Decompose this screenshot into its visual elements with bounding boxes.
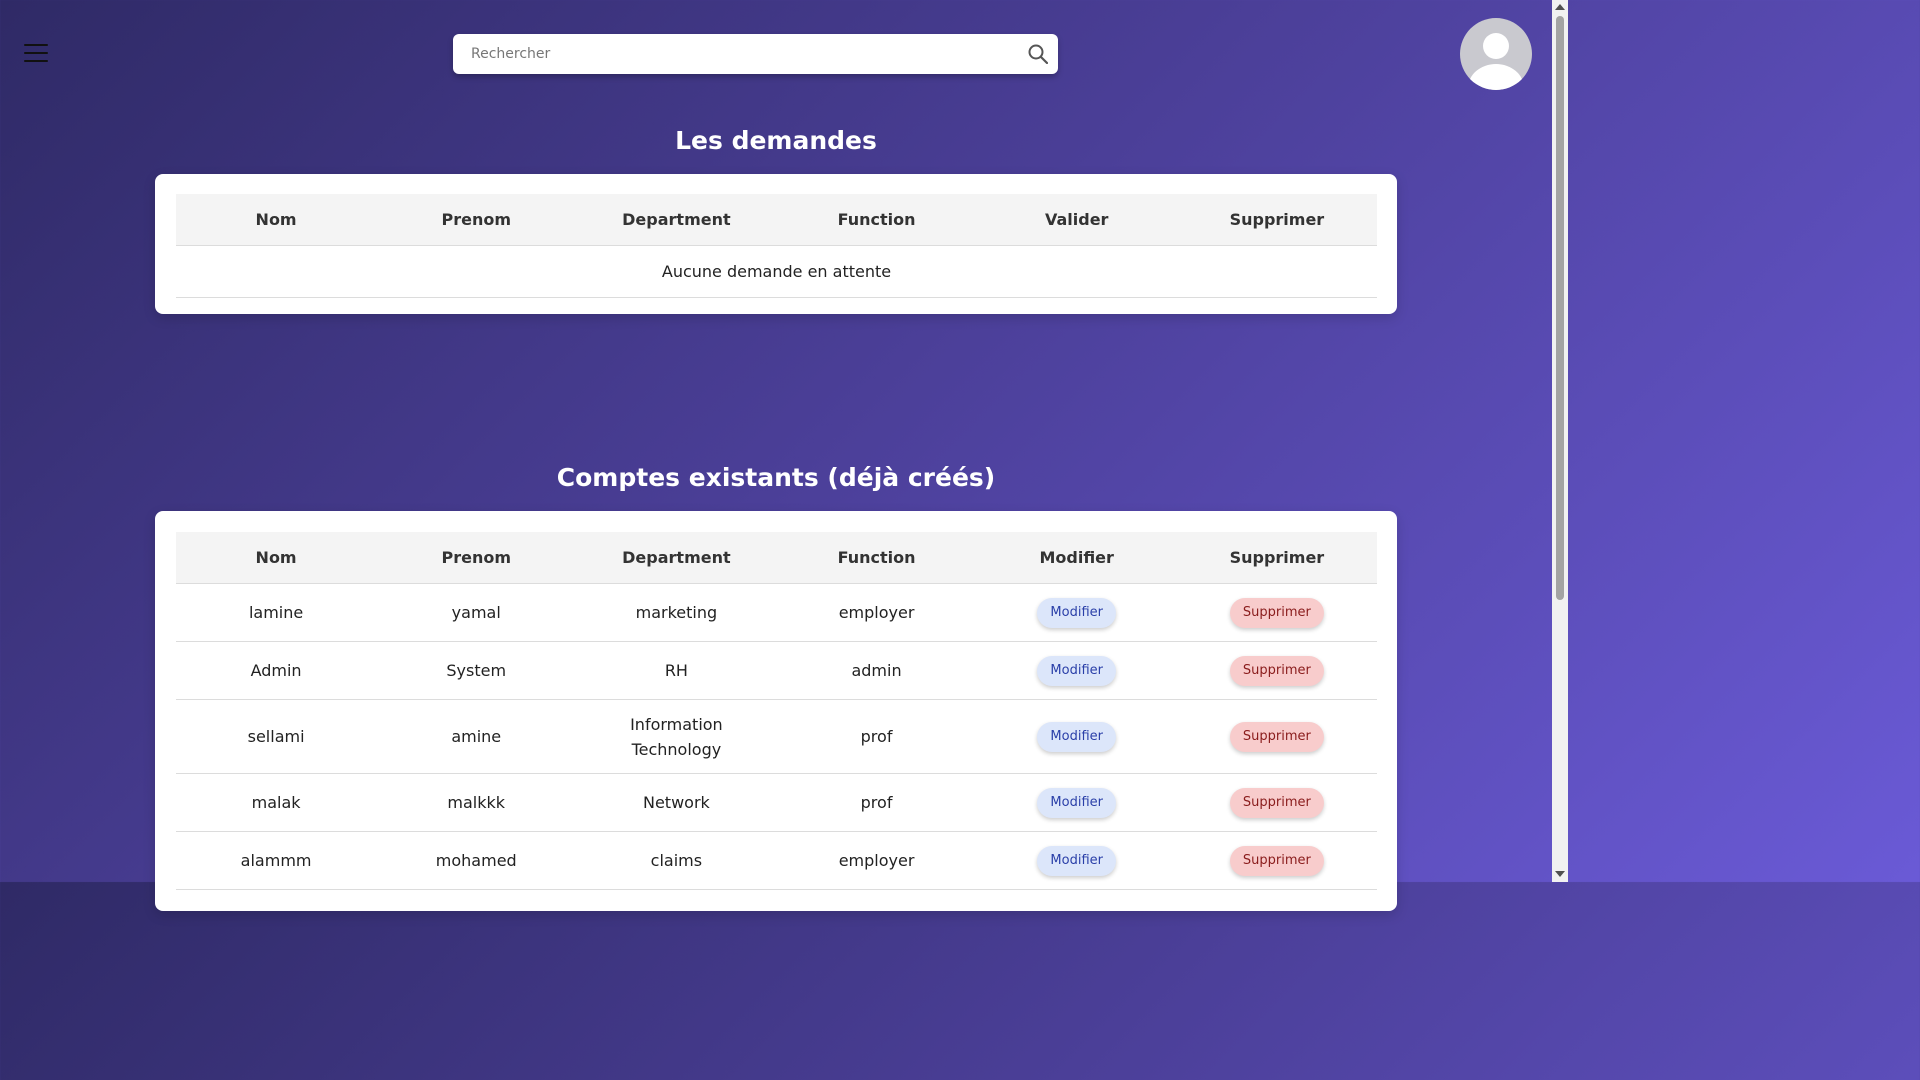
cell-modifier: Modifier <box>976 831 1177 890</box>
requests-title: Les demandes <box>675 126 877 155</box>
cell-prenom: yamal <box>376 583 577 642</box>
cell-modifier: Modifier <box>976 773 1177 832</box>
column-header: Supprimer <box>1176 532 1377 584</box>
column-header: Nom <box>176 532 377 584</box>
scrollbar-thumb[interactable] <box>1556 16 1564 600</box>
scrollbar[interactable] <box>1552 0 1568 882</box>
modify-button[interactable]: Modifier <box>1037 597 1116 628</box>
column-header: Function <box>776 532 977 584</box>
cell-supprimer: Supprimer <box>1176 641 1377 700</box>
cell-nom: lamine <box>176 583 377 642</box>
cell-department: Network <box>576 773 777 832</box>
empty-message: Aucune demande en attente <box>176 245 1377 298</box>
accounts-card: Nom Prenom Department Function Modifier … <box>155 511 1397 911</box>
table-row: Admin System RH admin Modifier Supprimer <box>176 641 1377 700</box>
cell-department: Information Technology <box>576 699 777 774</box>
cell-function: prof <box>776 699 977 774</box>
delete-button[interactable]: Supprimer <box>1229 787 1324 818</box>
cell-prenom: amine <box>376 699 577 774</box>
cell-nom: alammm <box>176 831 377 890</box>
search-input[interactable] <box>453 34 1029 74</box>
cell-modifier: Modifier <box>976 641 1177 700</box>
cell-supprimer: Supprimer <box>1176 831 1377 890</box>
cell-nom: sellami <box>176 699 377 774</box>
column-header: Department <box>576 532 777 584</box>
table-row: alammm mohamed claims employer Modifier … <box>176 831 1377 890</box>
table-row: lamine yamal marketing employer Modifier… <box>176 583 1377 642</box>
avatar[interactable] <box>1460 18 1532 90</box>
delete-button[interactable]: Supprimer <box>1229 721 1324 752</box>
search-bar <box>453 34 1058 74</box>
cell-prenom: System <box>376 641 577 700</box>
cell-modifier: Modifier <box>976 583 1177 642</box>
accounts-title: Comptes existants (déjà créés) <box>556 463 996 492</box>
cell-supprimer: Supprimer <box>1176 773 1377 832</box>
delete-button[interactable]: Supprimer <box>1229 597 1324 628</box>
modify-button[interactable]: Modifier <box>1037 845 1116 876</box>
cell-prenom: mohamed <box>376 831 577 890</box>
column-header: Department <box>576 194 777 246</box>
modify-button[interactable]: Modifier <box>1037 787 1116 818</box>
delete-button[interactable]: Supprimer <box>1229 655 1324 686</box>
cell-modifier: Modifier <box>976 699 1177 774</box>
column-header: Nom <box>176 194 377 246</box>
cell-nom: Admin <box>176 641 377 700</box>
cell-department: marketing <box>576 583 777 642</box>
scroll-down-icon[interactable] <box>1555 871 1565 877</box>
column-header: Function <box>776 194 977 246</box>
requests-card: Nom Prenom Department Function Valider S… <box>155 174 1397 314</box>
cell-function: admin <box>776 641 977 700</box>
table-row: malak malkkk Network prof Modifier Suppr… <box>176 773 1377 832</box>
user-icon <box>1468 33 1524 90</box>
cell-function: employer <box>776 831 977 890</box>
column-header: Modifier <box>976 532 1177 584</box>
search-icon[interactable] <box>1028 44 1048 64</box>
menu-icon[interactable] <box>24 44 48 64</box>
table-row: sellami amine Information Technology pro… <box>176 699 1377 774</box>
cell-supprimer: Supprimer <box>1176 583 1377 642</box>
modify-button[interactable]: Modifier <box>1037 721 1116 752</box>
cell-function: employer <box>776 583 977 642</box>
cell-prenom: malkkk <box>376 773 577 832</box>
column-header: Prenom <box>376 532 577 584</box>
cell-department: RH <box>576 641 777 700</box>
table-row: Aucune demande en attente <box>176 245 1377 298</box>
scroll-up-icon[interactable] <box>1555 4 1565 10</box>
cell-function: prof <box>776 773 977 832</box>
cell-nom: malak <box>176 773 377 832</box>
cell-supprimer: Supprimer <box>1176 699 1377 774</box>
column-header: Prenom <box>376 194 577 246</box>
column-header: Valider <box>976 194 1177 246</box>
column-header: Supprimer <box>1176 194 1377 246</box>
requests-table: Nom Prenom Department Function Valider S… <box>176 194 1377 298</box>
modify-button[interactable]: Modifier <box>1037 655 1116 686</box>
delete-button[interactable]: Supprimer <box>1229 845 1324 876</box>
cell-department: claims <box>576 831 777 890</box>
accounts-table: Nom Prenom Department Function Modifier … <box>176 532 1377 890</box>
